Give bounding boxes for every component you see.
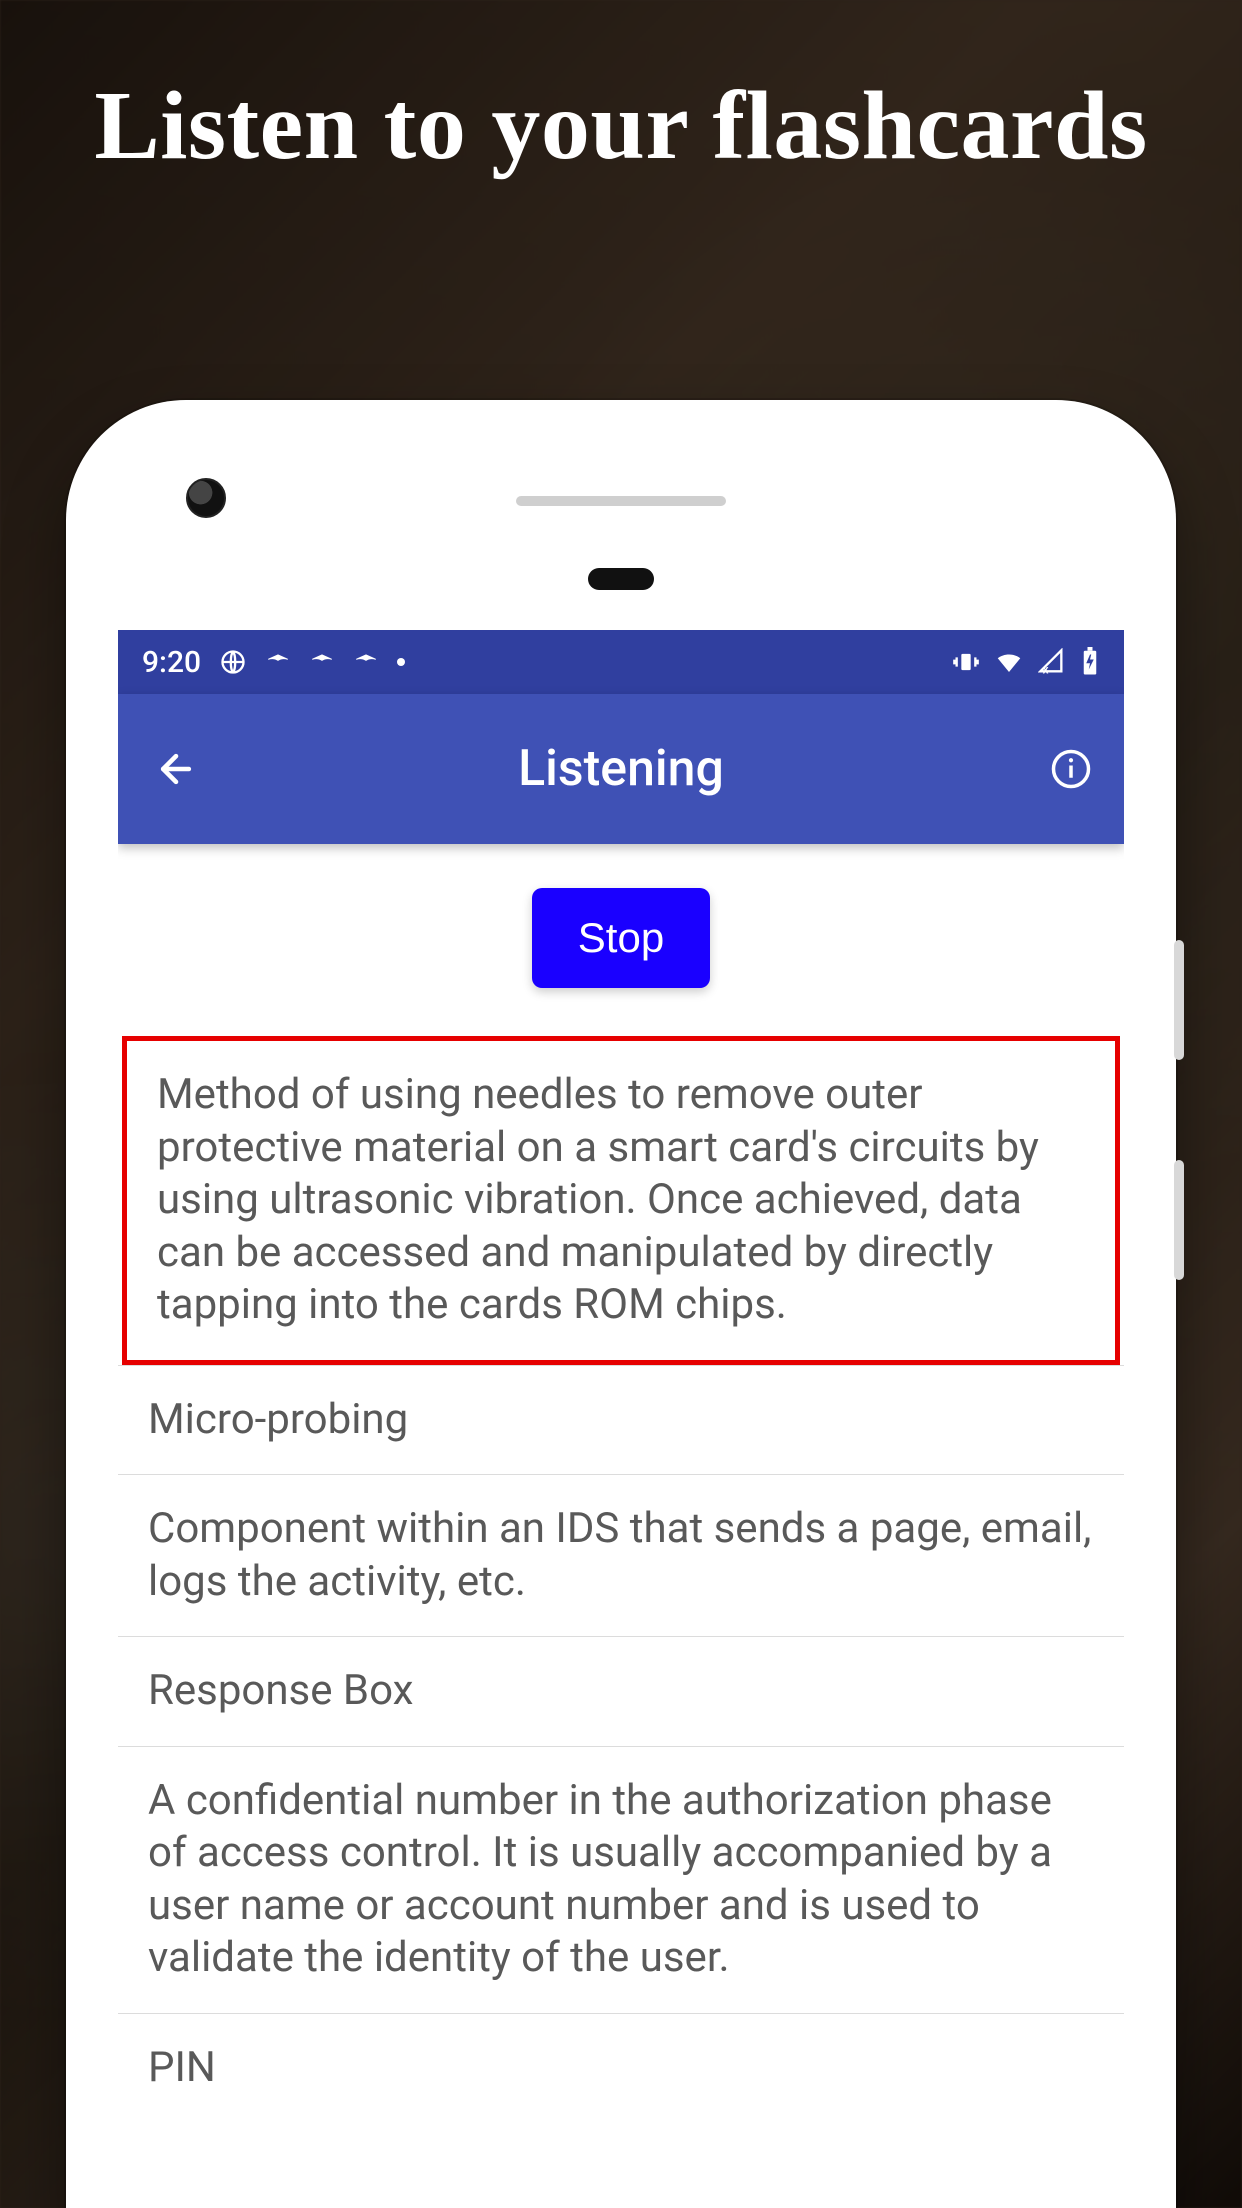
flashcard-list[interactable]: Method of using needles to remove outer … bbox=[118, 1036, 1124, 2122]
flashcard-item[interactable]: A confidential number in the authorizati… bbox=[118, 1746, 1124, 2013]
camera-dot bbox=[186, 478, 226, 518]
book-icon bbox=[265, 649, 291, 675]
flashcard-item[interactable]: PIN bbox=[118, 2013, 1124, 2123]
svg-text:x: x bbox=[1043, 663, 1049, 676]
back-button[interactable] bbox=[146, 739, 206, 799]
flashcard-item[interactable]: Response Box bbox=[118, 1636, 1124, 1746]
arrow-left-icon bbox=[154, 747, 198, 791]
phone-frame: 9:20 bbox=[66, 400, 1176, 2208]
globe-icon bbox=[219, 648, 247, 676]
promo-headline: Listen to your flashcards bbox=[0, 70, 1242, 183]
wifi-icon bbox=[994, 647, 1024, 677]
page-title: Listening bbox=[118, 740, 1124, 798]
vibrate-icon bbox=[952, 648, 980, 676]
content-area: Stop Method of using needles to remove o… bbox=[118, 844, 1124, 2122]
flashcard-item[interactable]: Method of using needles to remove outer … bbox=[122, 1036, 1120, 1365]
status-bar: 9:20 bbox=[118, 630, 1124, 694]
book-icon bbox=[309, 649, 335, 675]
signal-icon: x bbox=[1038, 648, 1066, 676]
info-button[interactable] bbox=[1046, 744, 1096, 794]
stop-button[interactable]: Stop bbox=[532, 888, 710, 988]
flashcard-item[interactable]: Micro-probing bbox=[118, 1365, 1124, 1475]
speaker-slit bbox=[516, 496, 726, 506]
app-bar: Listening bbox=[118, 694, 1124, 844]
dot-icon bbox=[397, 658, 405, 666]
info-icon bbox=[1050, 748, 1092, 790]
flashcard-item[interactable]: Component within an IDS that sends a pag… bbox=[118, 1474, 1124, 1636]
book-icon bbox=[353, 649, 379, 675]
battery-icon bbox=[1080, 647, 1100, 677]
status-time: 9:20 bbox=[142, 645, 201, 680]
device-screen: 9:20 bbox=[118, 630, 1124, 2208]
sensor-pill bbox=[588, 568, 654, 590]
